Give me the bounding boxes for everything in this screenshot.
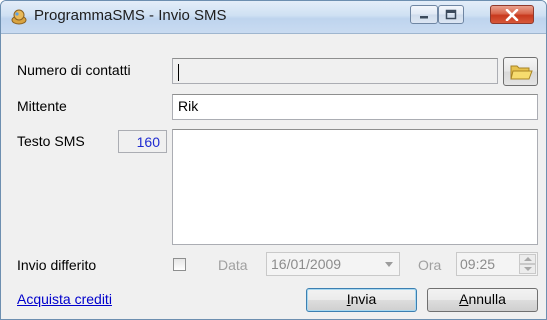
contacts-label: Numero di contatti: [17, 62, 131, 78]
text-caret: [178, 64, 179, 81]
dialog-window: ProgrammaSMS - Invio SMS Numero di conta…: [0, 0, 547, 320]
folder-open-icon: [510, 65, 533, 80]
date-picker[interactable]: 16/01/2009: [266, 252, 400, 276]
chevron-down-icon: [385, 262, 393, 267]
spin-up-icon[interactable]: [519, 254, 536, 264]
window-title: ProgrammaSMS - Invio SMS: [34, 7, 227, 24]
sender-input[interactable]: Rik: [172, 94, 538, 120]
deferred-send-checkbox[interactable]: [173, 258, 186, 271]
close-button[interactable]: [490, 5, 534, 24]
minimize-icon: [420, 15, 428, 18]
app-icon: [11, 9, 27, 25]
open-contacts-button[interactable]: [503, 57, 538, 86]
sms-text-label: Testo SMS: [17, 133, 85, 149]
buy-credits-link[interactable]: Acquista crediti: [17, 291, 112, 307]
minimize-button[interactable]: [410, 5, 438, 24]
sender-label: Mittente: [17, 98, 67, 114]
maximize-icon: [445, 9, 457, 20]
deferred-send-label: Invio differito: [17, 257, 97, 273]
cancel-button[interactable]: Annulla: [427, 288, 538, 312]
send-button[interactable]: Invia: [306, 288, 417, 312]
sms-char-counter: 160: [118, 130, 167, 153]
spin-down-icon[interactable]: [519, 264, 536, 274]
contacts-field[interactable]: [172, 58, 498, 84]
sms-textarea[interactable]: [172, 129, 538, 245]
date-label: Data: [218, 257, 248, 273]
maximize-button[interactable]: [438, 5, 464, 24]
title-bar[interactable]: ProgrammaSMS - Invio SMS: [1, 1, 546, 34]
time-label: Ora: [418, 257, 442, 273]
time-spinner[interactable]: 09:25: [456, 252, 538, 276]
close-icon: [505, 8, 519, 21]
time-spin-buttons[interactable]: [519, 254, 536, 274]
